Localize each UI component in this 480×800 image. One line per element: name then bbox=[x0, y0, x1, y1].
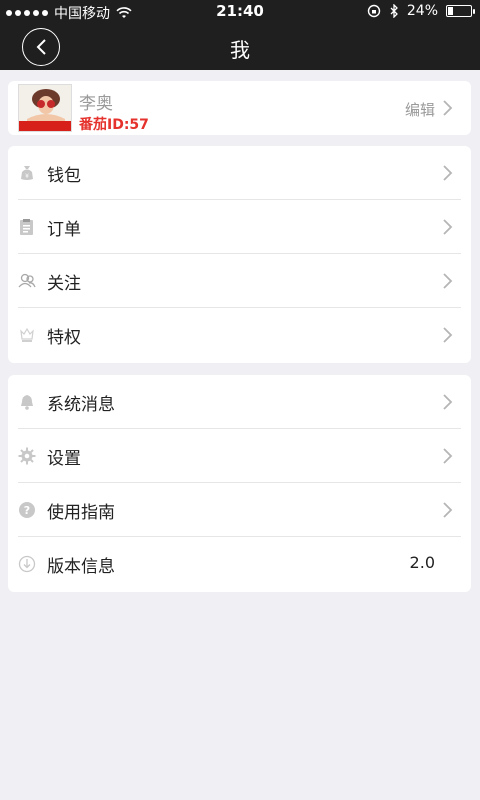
menu-item-label: 系统消息 bbox=[47, 395, 115, 415]
chevron-right-icon bbox=[443, 448, 453, 464]
bell-icon bbox=[21, 395, 33, 410]
status-bar: 中国移动 21:40 24% bbox=[0, 0, 480, 24]
battery-fill bbox=[448, 7, 453, 15]
menu-group-system: 系统消息 设置 ? 使用指南 版本信息 2.0 bbox=[8, 375, 471, 592]
menu-item-messages[interactable]: 系统消息 bbox=[8, 375, 471, 429]
download-icon bbox=[18, 555, 36, 573]
chevron-right-icon bbox=[443, 273, 453, 289]
menu-item-label: 版本信息 bbox=[47, 557, 115, 577]
menu-item-settings[interactable]: 设置 bbox=[8, 429, 471, 483]
chevron-right-icon bbox=[443, 219, 453, 235]
menu-item-label: 订单 bbox=[47, 220, 81, 240]
menu-item-privilege[interactable]: 特权 bbox=[8, 308, 471, 362]
menu-group-account: ¥ 钱包 订单 关注 特权 bbox=[8, 146, 471, 363]
menu-item-follow[interactable]: 关注 bbox=[8, 254, 471, 308]
profile-id: 番茄ID:57 bbox=[79, 117, 149, 133]
menu-item-label: 设置 bbox=[47, 449, 81, 469]
chevron-right-icon bbox=[443, 327, 453, 343]
svg-text:¥: ¥ bbox=[25, 173, 29, 180]
avatar[interactable] bbox=[18, 84, 72, 132]
menu-item-label: 钱包 bbox=[47, 166, 81, 186]
menu-item-label: 使用指南 bbox=[47, 503, 115, 523]
top-bar: 中国移动 21:40 24% 我 bbox=[0, 0, 480, 70]
help-icon: ? bbox=[19, 502, 35, 518]
svg-text:?: ? bbox=[24, 504, 30, 517]
menu-item-wallet[interactable]: ¥ 钱包 bbox=[8, 146, 471, 200]
order-icon bbox=[20, 219, 33, 235]
avatar-image bbox=[19, 85, 71, 131]
battery-label: 24% bbox=[406, 3, 438, 19]
chevron-right-icon bbox=[443, 394, 453, 410]
menu-item-version: 版本信息 2.0 bbox=[8, 537, 471, 591]
chevron-right-icon bbox=[443, 165, 453, 181]
status-right: 24% bbox=[367, 3, 475, 19]
menu-item-guide[interactable]: ? 使用指南 bbox=[8, 483, 471, 537]
gear-icon bbox=[18, 447, 36, 465]
battery-icon bbox=[446, 5, 475, 17]
wallet-icon: ¥ bbox=[21, 166, 33, 180]
chevron-right-icon bbox=[443, 502, 453, 518]
page-title: 我 bbox=[230, 38, 250, 62]
menu-item-orders[interactable]: 订单 bbox=[8, 200, 471, 254]
menu-item-label: 特权 bbox=[47, 328, 81, 348]
follow-icon bbox=[18, 273, 36, 288]
nav-bar: 我 bbox=[0, 24, 480, 70]
chevron-right-icon bbox=[443, 100, 453, 116]
privilege-icon bbox=[20, 327, 34, 342]
bluetooth-icon bbox=[390, 4, 398, 18]
profile-name: 李奥 bbox=[79, 94, 113, 114]
version-value: 2.0 bbox=[409, 553, 435, 572]
menu-item-label: 关注 bbox=[47, 274, 81, 294]
rotation-lock-icon bbox=[367, 4, 381, 18]
edit-profile-link[interactable]: 编辑 bbox=[405, 99, 435, 120]
profile-card[interactable]: 李奥 番茄ID:57 编辑 bbox=[8, 81, 471, 135]
